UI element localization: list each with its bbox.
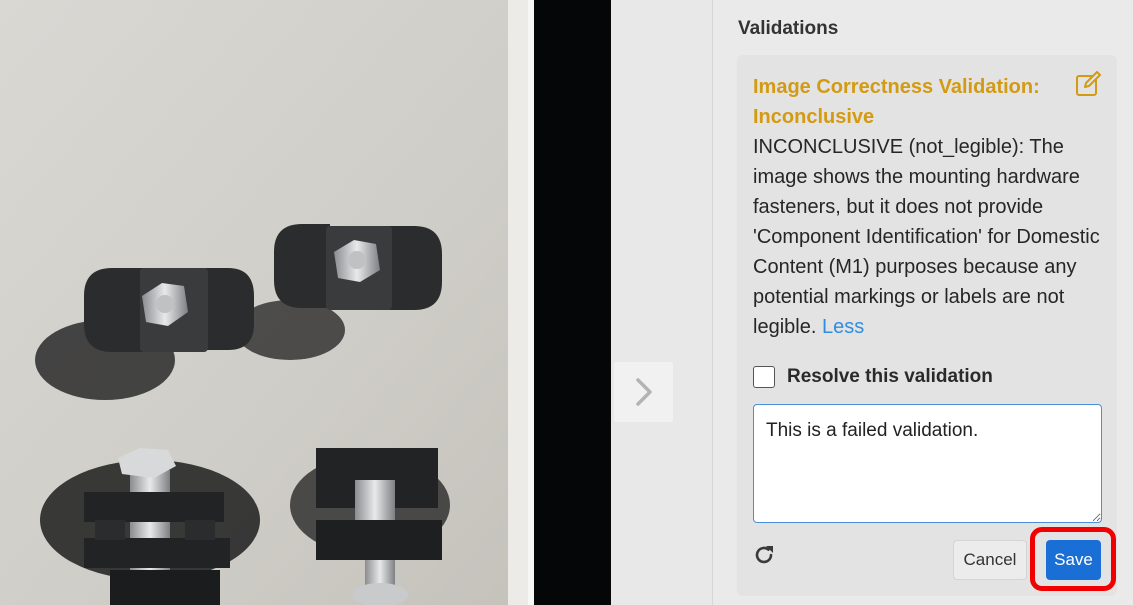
fastener-photo-illustration xyxy=(0,0,534,605)
validation-heading: Image Correctness Validation: Inconclusi… xyxy=(753,76,1040,128)
comment-textarea[interactable]: This is a failed validation. xyxy=(753,404,1102,523)
cancel-button[interactable]: Cancel xyxy=(953,540,1027,580)
chevron-right-icon xyxy=(635,378,652,406)
validation-description: INCONCLUSIVE (not_legible): The image sh… xyxy=(753,132,1105,342)
edit-icon[interactable] xyxy=(1075,71,1101,97)
validation-description-text: INCONCLUSIVE (not_legible): The image sh… xyxy=(753,136,1100,338)
save-button[interactable]: Save xyxy=(1046,540,1101,580)
validation-photo xyxy=(0,0,611,605)
image-navigation-gutter xyxy=(611,0,712,605)
resolve-checkbox[interactable] xyxy=(753,366,775,388)
validations-panel: Validations Image Correctness Validation… xyxy=(712,0,1133,605)
resolve-row: Resolve this validation xyxy=(753,363,993,391)
resolve-label: Resolve this validation xyxy=(787,366,993,387)
panel-title: Validations xyxy=(738,18,839,39)
next-image-button[interactable] xyxy=(614,362,673,422)
show-less-link[interactable]: Less xyxy=(822,316,864,338)
refresh-icon[interactable] xyxy=(753,544,775,566)
validation-card: Image Correctness Validation: Inconclusi… xyxy=(737,55,1117,596)
